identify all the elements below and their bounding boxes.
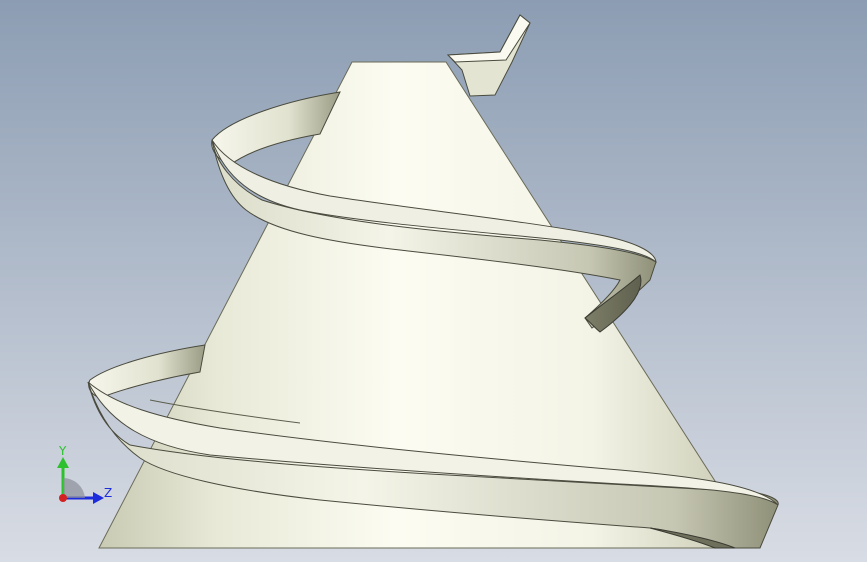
3d-viewport[interactable]: Y Z (0, 0, 867, 562)
model-scene[interactable]: Y Z (0, 0, 867, 562)
triad-x-origin-icon (59, 494, 67, 502)
triad-y-label: Y (58, 444, 67, 458)
triad-z-label: Z (104, 486, 112, 500)
